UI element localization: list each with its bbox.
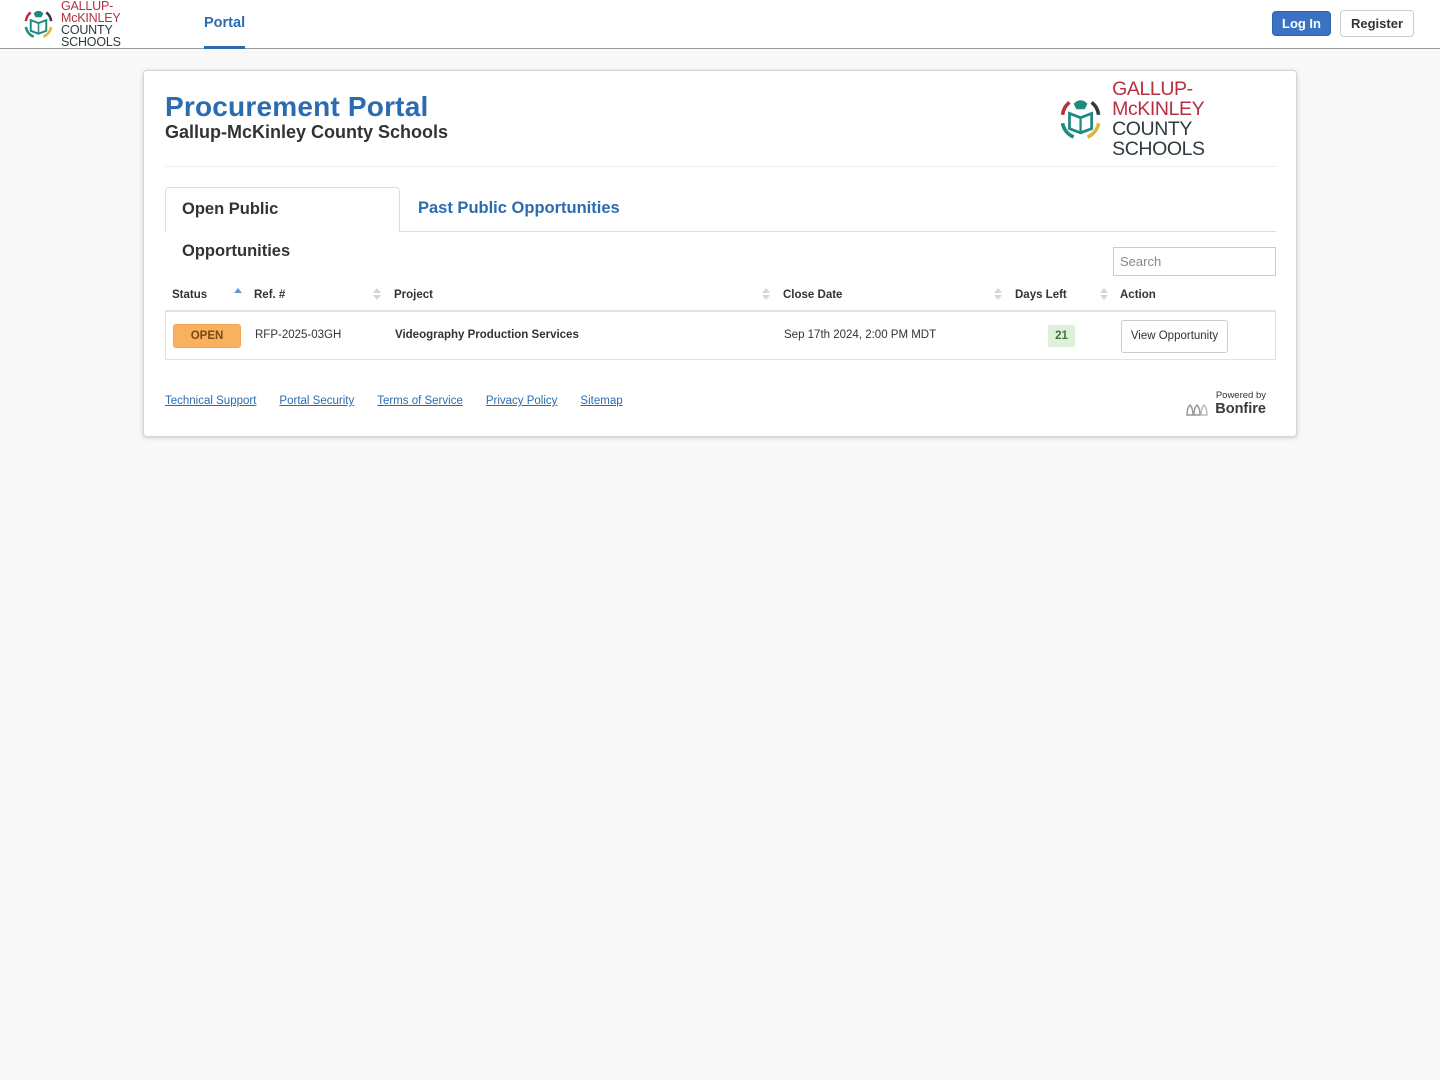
school-logo-icon: [24, 10, 53, 38]
powered-by-bonfire[interactable]: Powered by Bonfire: [1186, 389, 1266, 421]
column-header-ref[interactable]: Ref. #: [254, 283, 285, 312]
powered-by-label: Powered by: [1215, 390, 1266, 401]
column-label: Status: [172, 289, 208, 301]
column-header-days-left[interactable]: Days Left: [1015, 283, 1067, 312]
register-button[interactable]: Register: [1340, 10, 1414, 37]
status-badge: OPEN: [173, 324, 241, 348]
column-label: Project: [394, 289, 433, 301]
sort-icon[interactable]: [762, 288, 770, 302]
opportunities-table: Status Ref. # Project Close Date Days Le…: [165, 283, 1276, 360]
column-label: Ref. #: [254, 289, 286, 301]
brand-line-1: GALLUP-McKINLEY: [61, 0, 121, 25]
sort-icon[interactable]: [994, 288, 1002, 302]
table-header: Status Ref. # Project Close Date Days Le…: [165, 283, 1276, 312]
bonfire-logo-icon: [1186, 404, 1208, 416]
footer-link-sitemap[interactable]: Sitemap: [580, 395, 622, 407]
footer-link-technical-support[interactable]: Technical Support: [165, 395, 256, 407]
column-header-close-date[interactable]: Close Date: [783, 283, 842, 312]
login-button[interactable]: Log In: [1272, 11, 1331, 36]
column-label: Action: [1120, 289, 1156, 301]
organization-logo: GALLUP-McKINLEY COUNTY SCHOOLS: [1057, 79, 1279, 159]
column-label: Close Date: [783, 289, 843, 301]
nav-portal[interactable]: Portal: [204, 0, 246, 49]
logo-line-1: GALLUP-McKINLEY: [1112, 78, 1205, 120]
footer-links: Technical Support Portal Security Terms …: [165, 395, 646, 407]
school-logo-icon: [1060, 100, 1101, 139]
ref-number: RFP-2025-03GH: [255, 329, 342, 341]
sort-icon[interactable]: [1100, 288, 1108, 302]
view-opportunity-button[interactable]: View Opportunity: [1121, 320, 1228, 353]
close-date: Sep 17th 2024, 2:00 PM MDT: [784, 329, 937, 341]
search-input[interactable]: [1113, 247, 1276, 276]
top-navbar: GALLUP-McKINLEY COUNTY SCHOOLS Portal Lo…: [0, 0, 1440, 49]
table-row: OPEN RFP-2025-03GH Videography Productio…: [165, 312, 1276, 360]
organization-name: GALLUP-McKINLEY COUNTY SCHOOLS: [1112, 79, 1279, 159]
brand-name: GALLUP-McKINLEY COUNTY SCHOOLS: [61, 0, 172, 48]
sort-ascending-icon[interactable]: [234, 288, 242, 302]
brand-logo-link[interactable]: GALLUP-McKINLEY COUNTY SCHOOLS: [22, 0, 172, 48]
column-header-status[interactable]: Status: [172, 283, 207, 312]
footer-link-privacy-policy[interactable]: Privacy Policy: [486, 395, 558, 407]
footer-link-terms-of-service[interactable]: Terms of Service: [377, 395, 463, 407]
days-left-badge: 21: [1048, 325, 1075, 347]
bonfire-brand-name: Bonfire: [1215, 401, 1266, 417]
header-divider: [165, 166, 1276, 167]
column-header-action: Action: [1120, 283, 1156, 312]
column-header-project[interactable]: Project: [394, 283, 433, 312]
tab-open-opportunities[interactable]: Open Public Opportunities: [165, 187, 400, 260]
brand-line-2: COUNTY SCHOOLS: [61, 23, 121, 49]
opportunity-tabs: Open Public Opportunities Past Public Op…: [165, 187, 1276, 260]
tab-past-opportunities[interactable]: Past Public Opportunities: [402, 187, 636, 232]
project-name: Videography Production Services: [395, 329, 579, 341]
logo-line-2: COUNTY SCHOOLS: [1112, 118, 1205, 160]
sort-icon[interactable]: [373, 288, 381, 302]
page-subtitle: Gallup-McKinley County Schools: [165, 122, 449, 142]
portal-card: Procurement Portal Gallup-McKinley Count…: [143, 70, 1297, 437]
page-title: Procurement Portal: [165, 91, 429, 122]
column-label: Days Left: [1015, 289, 1067, 301]
footer-link-portal-security[interactable]: Portal Security: [279, 395, 354, 407]
